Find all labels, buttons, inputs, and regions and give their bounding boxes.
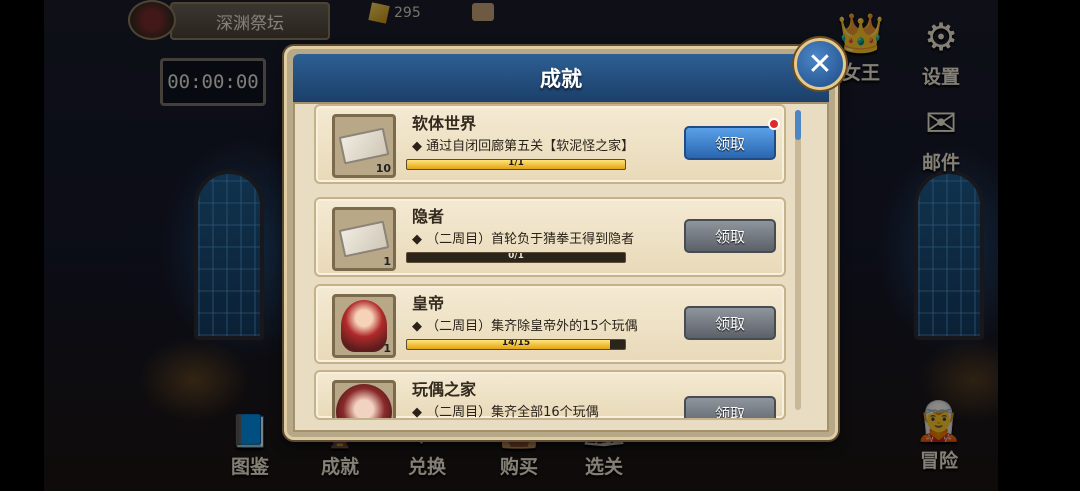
progress-text: 0/1: [508, 252, 524, 261]
achievement-item: 1 皇帝 ◆ （二周目）集齐除皇帝外的15个玩偶 14/15 领取: [314, 284, 786, 364]
close-icon: ✕: [807, 46, 833, 82]
achievement-desc: ◆ 通过自闭回廊第五关【软泥怪之家】: [412, 139, 635, 154]
modal-title: 成就: [540, 67, 582, 91]
achievement-desc: ◆ （二周目）集齐除皇帝外的15个玩偶: [412, 319, 638, 334]
achievement-item: 10 软体世界 ◆ 通过自闭回廊第五关【软泥怪之家】 1/1 领取: [314, 104, 786, 184]
notification-dot: [768, 118, 780, 130]
claim-button[interactable]: 领取: [684, 306, 776, 340]
achievement-desc: ◆ （二周目）集齐全部16个玩偶: [412, 405, 599, 420]
achievement-title: 玩偶之家: [412, 380, 477, 399]
achievement-title: 皇帝: [412, 294, 445, 313]
reward-count: 1: [383, 342, 391, 355]
claim-button[interactable]: 领取: [684, 126, 776, 160]
scroll-thumb[interactable]: [795, 110, 801, 140]
claim-button[interactable]: 领取: [684, 219, 776, 253]
progress-bar: 0/1: [406, 252, 626, 263]
achievement-item: 玩偶之家 ◆ （二周目）集齐全部16个玩偶 领取: [314, 370, 786, 420]
modal-header: 成就: [293, 54, 829, 102]
doll-figure: [336, 384, 392, 418]
ticket-icon: 10: [332, 114, 396, 178]
ticket-shape: [338, 127, 390, 165]
reward-count: 10: [375, 162, 391, 175]
ticket-shape: [338, 220, 390, 258]
progress-bar: 14/15: [406, 339, 626, 350]
close-button[interactable]: ✕: [794, 38, 846, 90]
achievement-title: 隐者: [412, 207, 445, 226]
letterbox-left: [0, 0, 44, 491]
progress-text: 14/15: [501, 339, 531, 348]
reward-count: 1: [383, 255, 391, 268]
claim-button[interactable]: 领取: [684, 396, 776, 418]
achievement-title: 软体世界: [412, 114, 477, 133]
ticket-icon: 1: [332, 207, 396, 271]
achievement-desc: ◆ （二周目）首轮负于猜拳王得到隐者: [412, 232, 635, 247]
progress-text: 1/1: [508, 159, 524, 168]
scrollbar[interactable]: [795, 110, 801, 410]
emperor-doll-icon: 1: [332, 294, 396, 358]
achievement-item: 1 隐者 ◆ （二周目）首轮负于猜拳王得到隐者 0/1 领取: [314, 197, 786, 277]
doll-figure: [341, 300, 387, 352]
letterbox-right: [998, 0, 1080, 491]
progress-bar: 1/1: [406, 159, 626, 170]
doll-portrait-icon: [332, 380, 396, 418]
